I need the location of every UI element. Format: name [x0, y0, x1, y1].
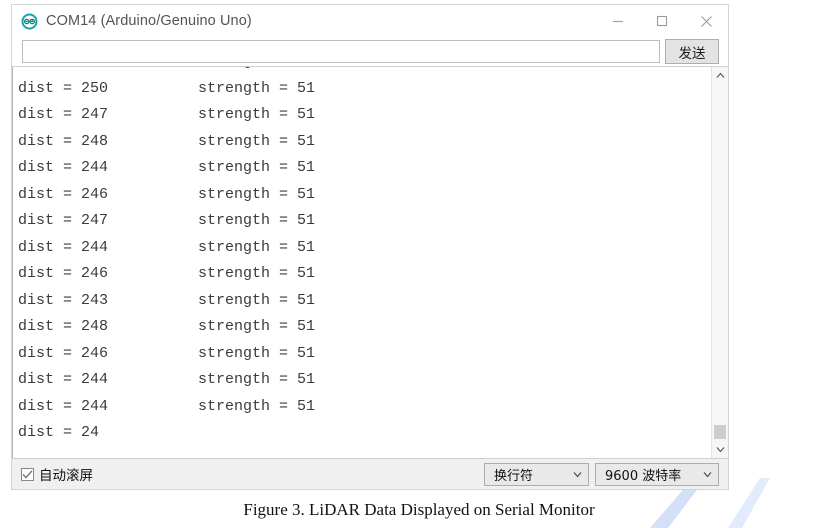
output-line: dist = 248 strength = 51 — [18, 318, 316, 335]
send-button[interactable]: 发送 — [665, 39, 719, 64]
chevron-down-icon — [716, 447, 724, 453]
line-ending-chevron — [566, 471, 588, 478]
output-line: dist = 247 strength = 51 — [18, 212, 316, 229]
autoscroll-checkbox[interactable]: 自动滚屏 — [21, 464, 93, 484]
figure-caption: Figure 3. LiDAR Data Displayed on Serial… — [243, 500, 595, 519]
checkbox-box[interactable] — [21, 467, 34, 481]
line-ending-value: 换行符 — [494, 468, 534, 484]
minimize-button[interactable] — [596, 6, 640, 37]
status-bar: 自动滚屏 换行符 9600 波特率 — [12, 459, 728, 489]
chevron-up-icon — [716, 72, 724, 78]
autoscroll-label: 自动滚屏 — [39, 468, 93, 484]
output-line: dist = 246 strength = 51 — [18, 344, 316, 362]
scroll-down-button[interactable] — [712, 441, 728, 458]
line-ending-dropdown[interactable]: 换行符 — [484, 462, 589, 486]
output-line: dist = 248 strength = 51 — [18, 132, 316, 150]
close-icon — [700, 15, 712, 27]
output-line: dist = 243 strength = 51 — [18, 291, 316, 309]
serial-output-text[interactable]: dist = 244 strength = 51 dist = 250 stren… — [12, 67, 711, 458]
output-line: dist = 244 strength = 51 — [18, 67, 711, 76]
output-line: dist = 250 strength = 51 — [18, 79, 316, 97]
scrollbar-thumb[interactable] — [714, 425, 726, 439]
arduino-logo-icon — [21, 13, 38, 29]
window-title: COM14 (Arduino/Genuino Uno) — [46, 13, 252, 29]
output-line: dist = 24 — [18, 424, 100, 441]
title-bar: COM14 (Arduino/Genuino Uno) — [12, 5, 728, 37]
chevron-down-icon — [703, 471, 711, 477]
checkmark-icon — [22, 469, 33, 478]
close-button[interactable] — [684, 6, 728, 37]
status-right-group: 换行符 9600 波特率 — [478, 462, 719, 486]
serial-monitor-window: COM14 (Arduino/Genuino Uno) 发送 dist = 25… — [11, 4, 729, 490]
output-line: dist = 244 strength = 51 — [18, 371, 316, 388]
minimize-icon — [613, 20, 623, 23]
maximize-button[interactable] — [640, 6, 684, 37]
window-controls — [596, 5, 728, 37]
output-line: dist = 244 strength = 51 — [18, 238, 316, 256]
baud-rate-value: 9600 波特率 — [605, 468, 682, 484]
vertical-scrollbar[interactable] — [711, 67, 728, 458]
output-line: dist = 244 strength = 51 — [18, 397, 316, 415]
chevron-down-icon — [573, 471, 581, 477]
scroll-up-button[interactable] — [712, 67, 728, 84]
send-row: 发送 — [12, 37, 728, 66]
output-line: dist = 244 strength = 51 — [18, 159, 316, 176]
output-line: dist = 246 strength = 51 — [18, 265, 316, 282]
output-area: dist = 244 strength = 51 dist = 250 stren… — [12, 66, 728, 459]
output-lines: dist = 244 strength = 51 dist = 250 stren… — [13, 67, 711, 447]
output-line: dist = 247 strength = 51 — [18, 106, 316, 123]
maximize-icon — [656, 15, 668, 27]
baud-rate-dropdown[interactable]: 9600 波特率 — [595, 462, 719, 486]
command-input[interactable] — [22, 40, 660, 63]
scrollbar-track[interactable] — [712, 84, 728, 441]
output-line: dist = 246 strength = 51 — [18, 185, 316, 203]
baud-rate-chevron — [696, 471, 718, 478]
